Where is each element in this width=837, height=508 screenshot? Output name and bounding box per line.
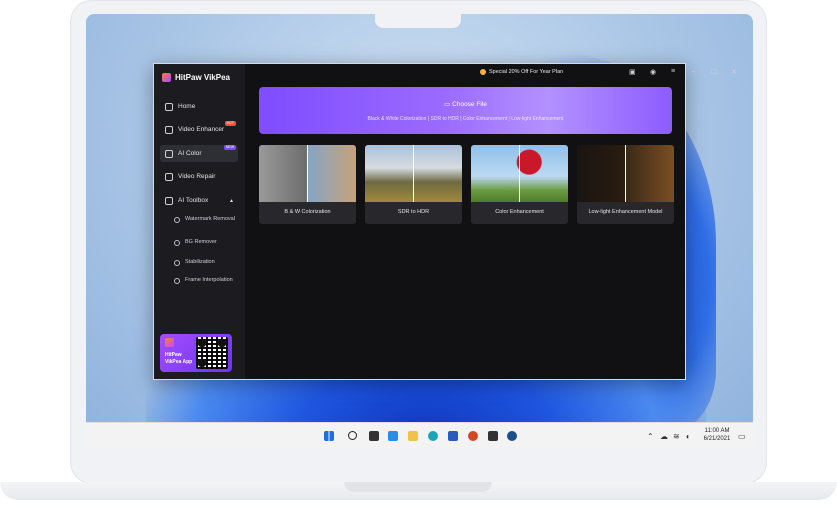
folder-icon: ▭ [444, 101, 451, 108]
promo-banner[interactable]: Special 20% Off For Year Plan [480, 69, 563, 75]
edge-icon[interactable] [428, 431, 438, 441]
choose-file-dropzone[interactable]: ▭ Choose File Black & White Colorization… [259, 87, 672, 134]
maximize-icon[interactable]: ☐ [711, 68, 717, 76]
title-bar: Special 20% Off For Year Plan ▣ ◉ ≡ – ☐ … [245, 64, 737, 82]
volume-icon[interactable]: ◖ [685, 432, 690, 441]
sidebar: HitPaw VikPea Home Video Enhancer HOT AI… [154, 64, 245, 379]
app-brand: HitPaw VikPea [162, 73, 230, 82]
bg-remover-icon [174, 240, 180, 246]
app-logo-icon [165, 338, 174, 347]
notification-icon[interactable]: ▭ [738, 432, 746, 441]
feature-card-low-light-enhancement[interactable]: Low-light Enhancement Model [577, 145, 674, 224]
laptop-base-notch [344, 482, 492, 492]
chevron-up-icon[interactable]: ⌃ [647, 432, 654, 441]
hot-badge: HOT [224, 121, 236, 126]
clock-time: 11:00 AM [704, 428, 730, 434]
video-repair-icon [165, 172, 173, 181]
start-icon[interactable] [324, 431, 334, 441]
sidebar-item-video-repair[interactable]: Video Repair [160, 168, 238, 185]
sidebar-item-label: AI Color [178, 150, 202, 157]
toolbox-item-label: Frame Interpolation [185, 277, 233, 283]
thumbnail-divider [307, 145, 308, 202]
promo-banner-text: Special 20% Off For Year Plan [489, 69, 564, 75]
steam-icon[interactable] [507, 431, 517, 441]
feature-card-sdr-to-hdr[interactable]: SDR to HDR [365, 145, 462, 224]
sidebar-item-label: Video Repair [178, 173, 216, 180]
sidebar-item-label: Video Enhancer [178, 126, 225, 133]
powerpoint-icon[interactable] [468, 431, 478, 441]
frame-interpolation-icon [174, 278, 180, 284]
home-icon [165, 102, 173, 111]
thumbnail-divider [625, 145, 626, 202]
new-badge: NEW [223, 145, 236, 150]
toolbox-item-label: Watermark Removal [185, 216, 235, 222]
sidebar-item-ai-toolbox[interactable]: AI Toolbox ▲ [160, 192, 238, 209]
word-icon[interactable] [448, 431, 458, 441]
feature-card-bw-colorization[interactable]: B & W Colorization [259, 145, 356, 224]
coin-icon [480, 69, 486, 75]
toolbox-item-watermark-removal[interactable]: Watermark Removal [174, 216, 238, 223]
card-label: SDR to HDR [397, 209, 430, 215]
app-logo-icon [162, 73, 171, 82]
toolbox-item-label: Stabilization [185, 259, 215, 265]
wifi-icon[interactable]: ≋ [673, 432, 680, 441]
qr-code-icon [196, 337, 228, 369]
video-enhancer-icon [165, 125, 173, 134]
cloud-icon[interactable]: ☁ [660, 432, 668, 441]
close-icon[interactable]: ✕ [731, 68, 737, 76]
clock[interactable]: 11:00 AM 6/21/2021 [701, 427, 733, 443]
toolbox-item-label: BG Remover [185, 239, 217, 245]
thumbnail-divider [519, 145, 520, 202]
toolbox-item-stabilization[interactable]: Stabilization [174, 259, 238, 266]
menu-icon[interactable]: ≡ [671, 68, 675, 75]
app-promo-line2: VikPea App [165, 358, 193, 365]
sidebar-item-home[interactable]: Home [160, 98, 238, 115]
app-window: HitPaw VikPea Home Video Enhancer HOT AI… [153, 63, 737, 380]
chevron-up-icon[interactable]: ▲ [229, 198, 234, 204]
sidebar-item-label: Home [178, 103, 196, 110]
sidebar-item-video-enhancer[interactable]: Video Enhancer HOT [160, 121, 238, 138]
clock-date: 6/21/2021 [703, 436, 731, 442]
task-view-icon[interactable] [369, 431, 379, 441]
choose-file-button[interactable]: ▭ Choose File [259, 100, 672, 108]
app-title: HitPaw VikPea [175, 73, 230, 82]
account-icon[interactable]: ◉ [650, 68, 656, 76]
ai-color-icon [165, 149, 173, 158]
card-label: Color Enhancement [495, 209, 544, 215]
app-promo-text: HitPaw VikPea App [165, 352, 192, 365]
feature-card-color-enhancement[interactable]: Color Enhancement [471, 145, 568, 224]
features-line: Black & White Colorization | SDR to HDR … [367, 116, 564, 122]
minimize-icon[interactable]: – [691, 68, 695, 75]
card-label: B & W Colorization [284, 209, 331, 215]
toolbox-item-bg-remover[interactable]: BG Remover [174, 239, 238, 246]
gift-icon[interactable]: ▣ [629, 68, 636, 76]
ai-toolbox-icon [165, 196, 173, 205]
card-label: Low-light Enhancement Model [588, 209, 663, 215]
file-explorer-icon[interactable] [408, 431, 418, 441]
toolbox-item-frame-interpolation[interactable]: Frame Interpolation [174, 277, 238, 284]
watermark-icon [174, 217, 180, 223]
stabilization-icon [174, 260, 180, 266]
camera-notch [375, 14, 461, 28]
widgets-icon[interactable] [388, 431, 398, 441]
app-promo-card[interactable]: HitPaw VikPea App [160, 334, 232, 372]
choose-file-label: Choose File [452, 101, 487, 108]
store-icon[interactable] [488, 431, 498, 441]
taskbar: ⌃ ☁ ≋ ◖ 11:00 AM 6/21/2021 ▭ [86, 422, 753, 448]
sidebar-item-ai-color[interactable]: AI Color NEW [160, 145, 238, 162]
thumbnail-divider [413, 145, 414, 202]
search-icon[interactable] [348, 431, 357, 440]
sidebar-item-label: AI Toolbox [178, 197, 209, 204]
